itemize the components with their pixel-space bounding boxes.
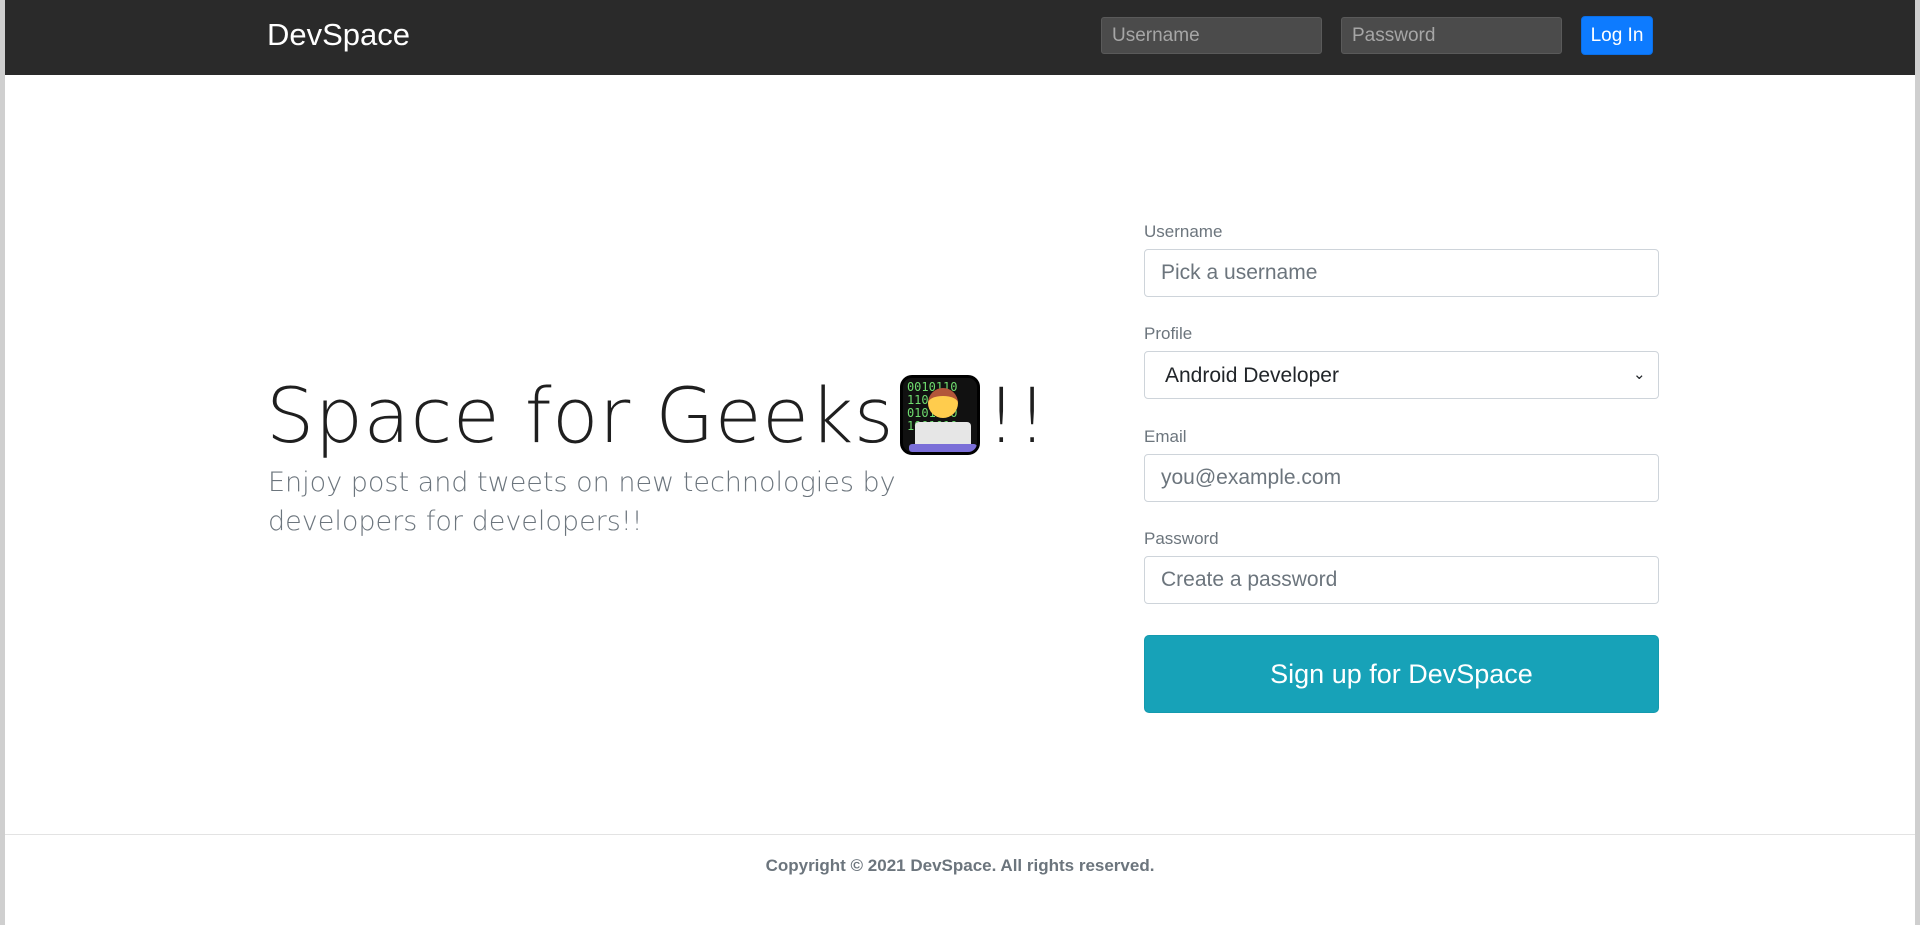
footer-divider [5, 834, 1915, 835]
hero-title-suffix: !! [985, 371, 1048, 460]
signup-button[interactable]: Sign up for DevSpace [1144, 635, 1659, 713]
login-username-input[interactable] [1101, 17, 1322, 54]
person-head-shape [927, 388, 958, 418]
signup-password-input[interactable] [1144, 556, 1659, 604]
footer-copyright: Copyright © 2021 DevSpace. All rights re… [765, 856, 1155, 875]
signup-username-input[interactable] [1144, 249, 1659, 297]
email-label: Email [1144, 427, 1187, 446]
hero-subtitle: Enjoy post and tweets on new technologie… [268, 467, 896, 537]
profile-select[interactable]: Android Developer [1144, 351, 1659, 399]
password-label: Password [1144, 529, 1219, 548]
brand-logo[interactable]: DevSpace [267, 14, 410, 56]
top-navbar: DevSpace Log In [5, 0, 1915, 75]
hero-title-text: Space for Geeks [266, 371, 894, 460]
login-password-input[interactable] [1341, 17, 1562, 54]
page: DevSpace Log In Space for Geeks0010110 1… [0, 0, 1920, 925]
laptop-base-shape [908, 444, 977, 452]
chevron-down-icon: ⌄ [1633, 365, 1646, 383]
technologist-emoji-icon: 0010110 1100101 0101000 1001010 [899, 375, 980, 455]
username-label: Username [1144, 222, 1223, 241]
login-button[interactable]: Log In [1581, 16, 1653, 55]
hero-title: Space for Geeks0010110 1100101 0101000 1… [266, 372, 1048, 461]
signup-email-input[interactable] [1144, 454, 1659, 502]
profile-label: Profile [1144, 324, 1193, 343]
